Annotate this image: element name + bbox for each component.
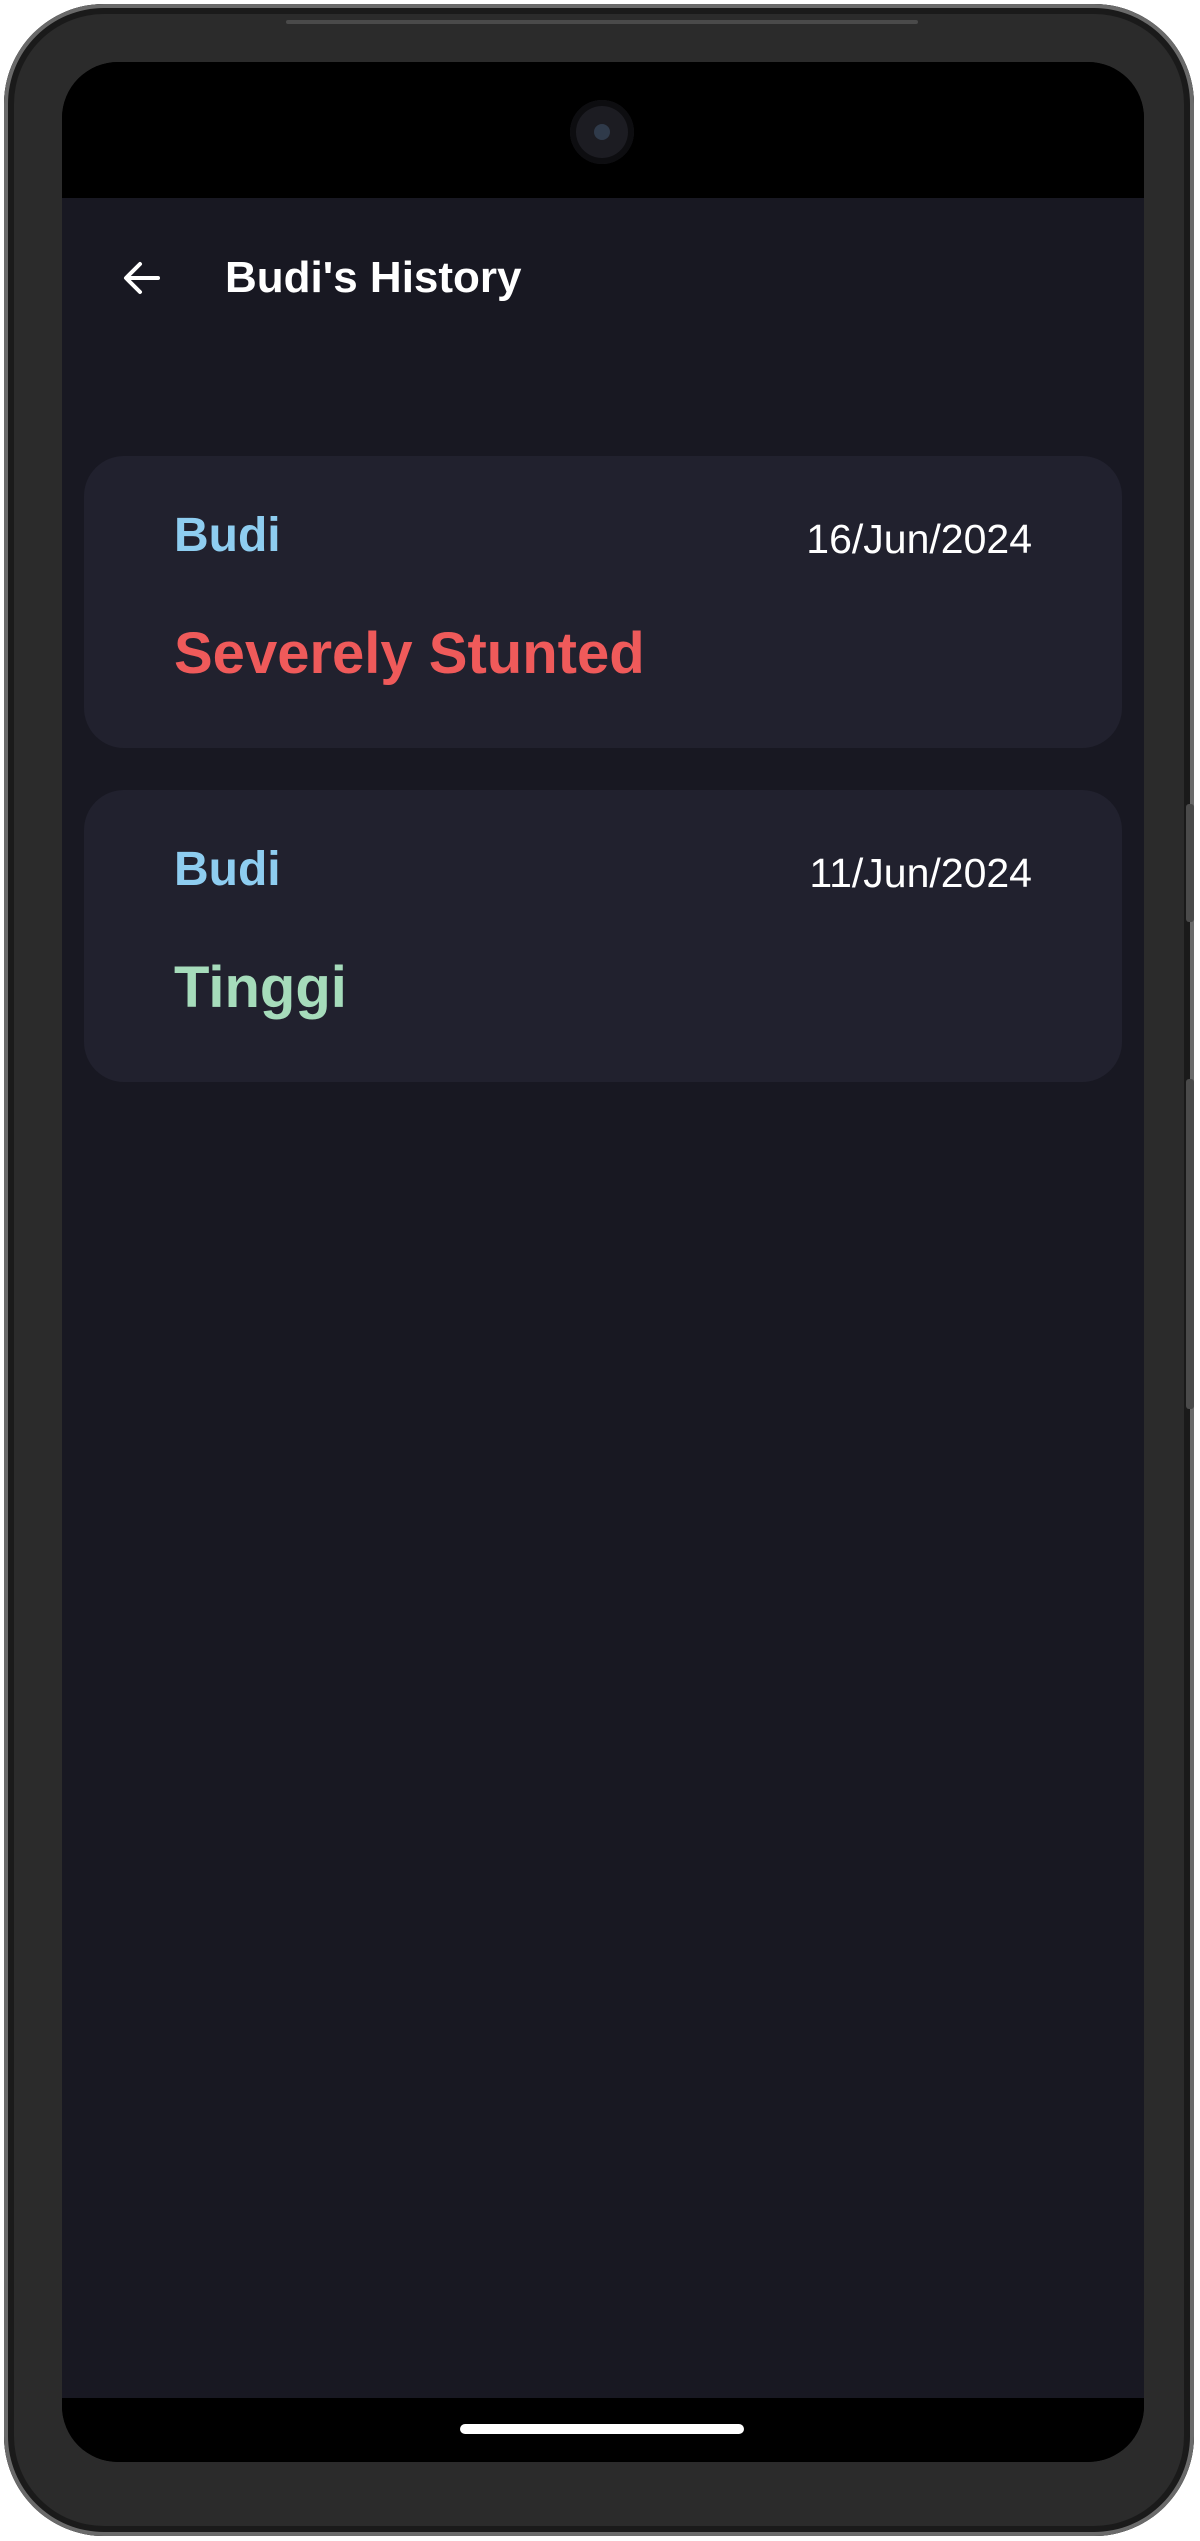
phone-frame: Budi's History Budi 16/Jun/2024 Severely…	[4, 4, 1194, 2536]
stunting-status: Severely Stunted	[174, 621, 645, 686]
child-name: Budi	[174, 509, 281, 562]
history-card[interactable]: Budi 11/Jun/2024 Tinggi	[84, 790, 1122, 1082]
stunting-status: Tinggi	[174, 955, 347, 1020]
home-indicator[interactable]	[460, 2424, 744, 2434]
history-card[interactable]: Budi 16/Jun/2024 Severely Stunted	[84, 456, 1122, 748]
record-date: 16/Jun/2024	[806, 516, 1032, 562]
gesture-nav-bar	[62, 2398, 1144, 2462]
page-title: Budi's History	[225, 253, 522, 302]
child-name: Budi	[174, 843, 281, 896]
device-top-edge	[286, 20, 918, 24]
back-button[interactable]	[102, 238, 182, 318]
front-camera	[570, 100, 634, 164]
history-screen: Budi's History Budi 16/Jun/2024 Severely…	[62, 198, 1144, 2398]
app-bar: Budi's History	[62, 198, 1144, 398]
arrow-left-icon	[124, 262, 160, 294]
volume-button	[1186, 1079, 1194, 1409]
record-date: 11/Jun/2024	[809, 850, 1032, 896]
screen: Budi's History Budi 16/Jun/2024 Severely…	[62, 62, 1144, 2462]
power-button	[1186, 804, 1194, 922]
status-bar	[62, 62, 1144, 198]
